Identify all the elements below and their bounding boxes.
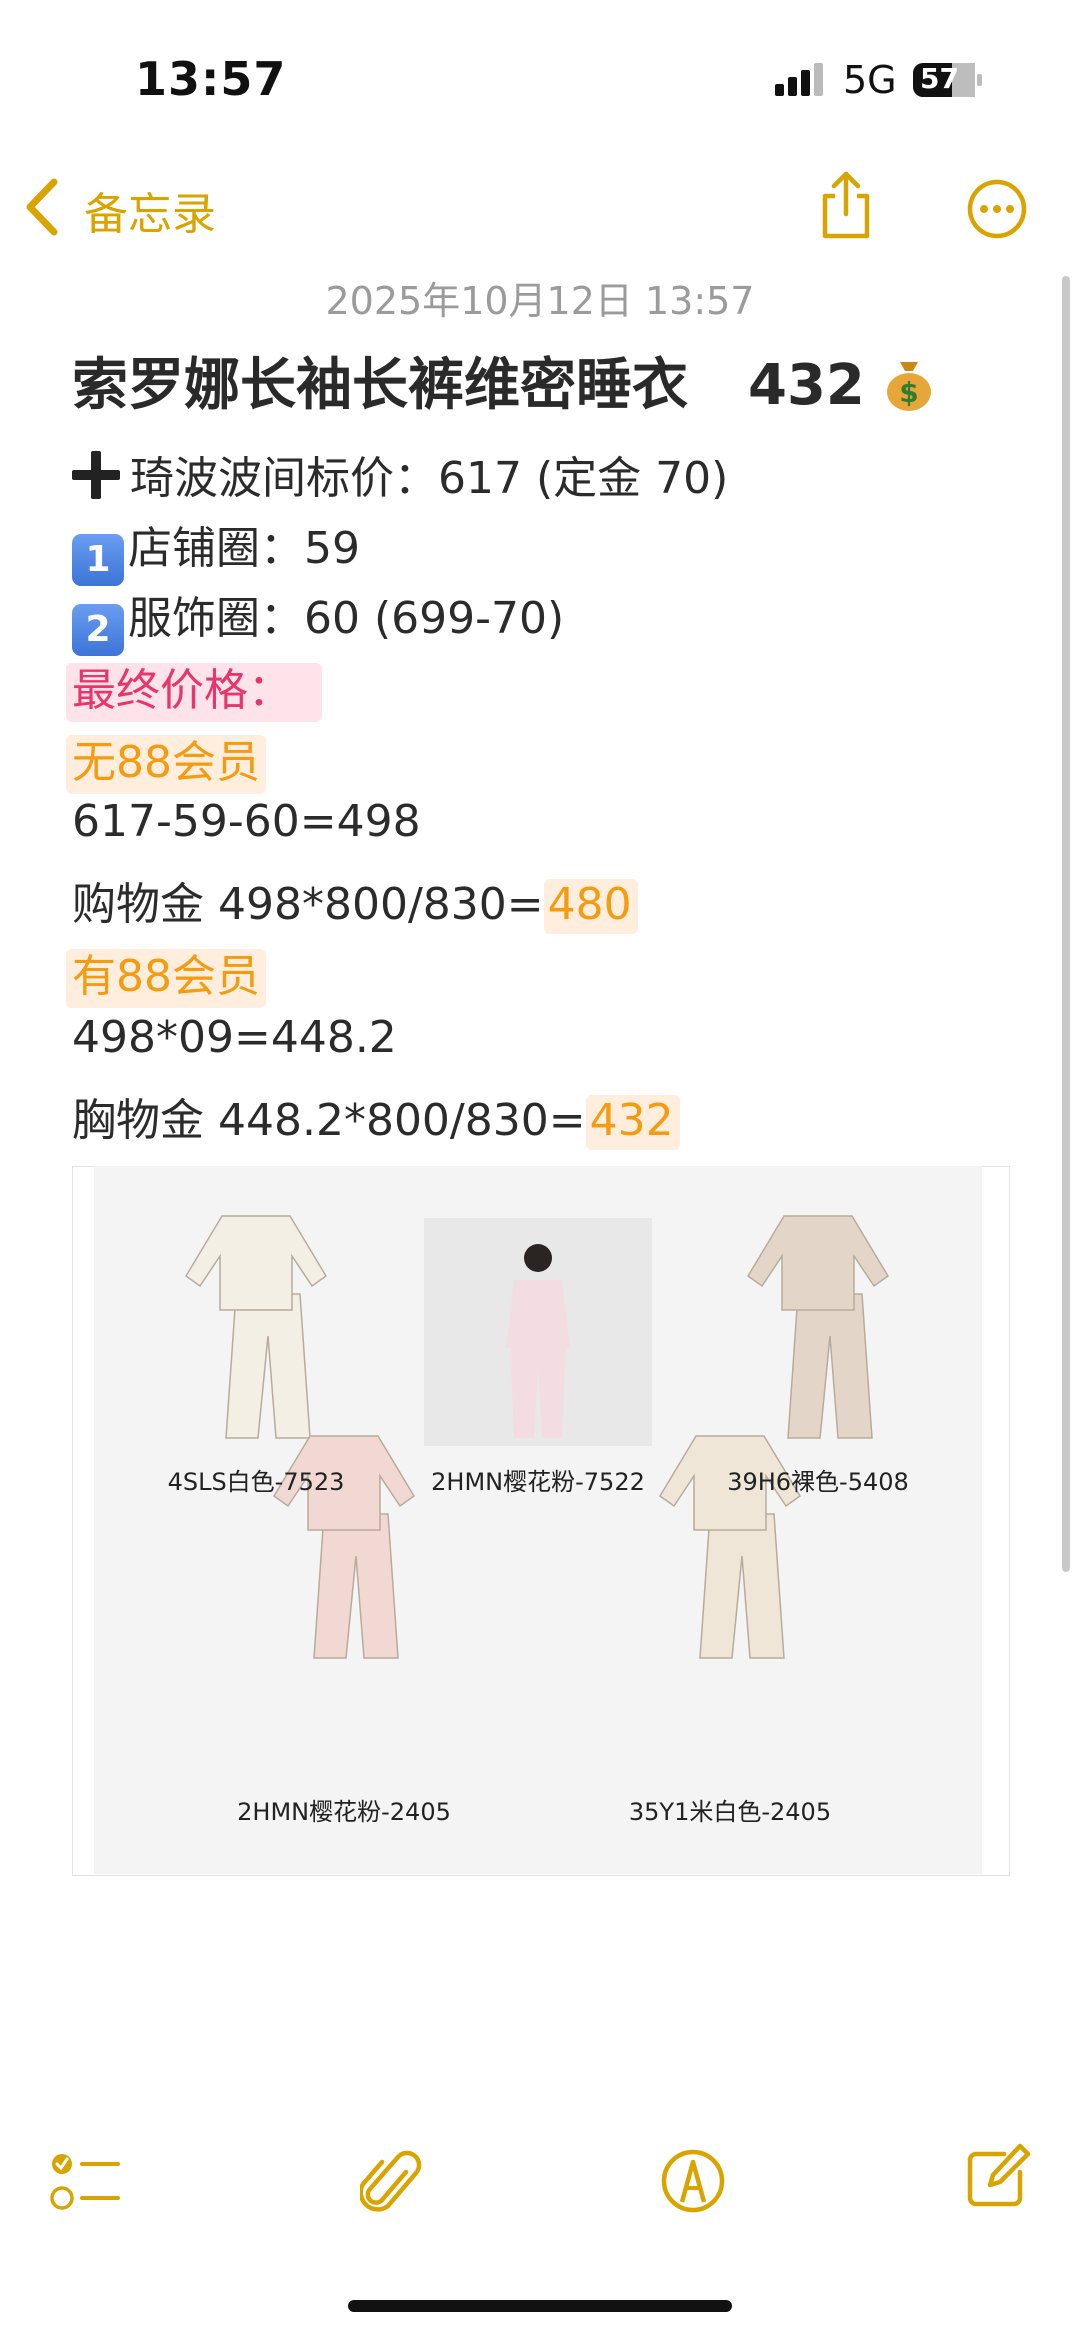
keycap-1-icon: 1 bbox=[72, 534, 124, 586]
battery-icon: 57 bbox=[912, 60, 984, 100]
note-line-2[interactable]: 1 店铺圈：59 bbox=[72, 512, 360, 586]
compose-icon[interactable] bbox=[962, 2140, 1034, 2212]
svg-text:$: $ bbox=[900, 376, 919, 409]
note-line-7[interactable]: 购物金 498*800/830=480 bbox=[72, 868, 638, 934]
product-figures bbox=[185, 1215, 889, 1659]
share-icon[interactable] bbox=[818, 170, 874, 242]
markup-icon[interactable] bbox=[660, 2148, 726, 2214]
home-indicator[interactable] bbox=[348, 2300, 732, 2312]
attachment-icon[interactable] bbox=[360, 2150, 424, 2220]
note-line-7-text: 购物金 498*800/830= bbox=[72, 879, 544, 930]
plus-icon bbox=[72, 451, 120, 499]
status-time: 13:57 bbox=[135, 52, 287, 106]
note-line-1[interactable]: 琦波波间标价：617 (定金 70) bbox=[72, 442, 728, 506]
more-icon[interactable] bbox=[966, 178, 1028, 240]
result-480: 480 bbox=[543, 879, 638, 934]
back-button[interactable]: 备忘录 bbox=[84, 178, 216, 242]
note-line-4[interactable]: 最终价格： bbox=[66, 654, 322, 722]
money-bag-icon: $ bbox=[887, 362, 932, 411]
member-heading: 有88会员 bbox=[66, 949, 266, 1008]
note-line-6[interactable]: 617-59-60=498 bbox=[72, 796, 421, 847]
note-title-price: 432 bbox=[748, 353, 865, 418]
no-member-heading: 无88会员 bbox=[66, 735, 266, 794]
note-date: 2025年10月12日 13:57 bbox=[325, 279, 755, 323]
result-432: 432 bbox=[585, 1095, 680, 1150]
scrollbar[interactable] bbox=[1062, 276, 1070, 1572]
keycap-2-icon: 2 bbox=[72, 604, 124, 656]
checklist-icon[interactable] bbox=[50, 2150, 120, 2214]
note-line-8[interactable]: 有88会员 bbox=[66, 940, 266, 1008]
pajama-set-1 bbox=[185, 1215, 327, 1439]
note-line-5[interactable]: 无88会员 bbox=[66, 726, 266, 794]
note-title-text: 索罗娜长袖长裤维密睡衣 bbox=[72, 353, 688, 418]
final-price-heading: 最终价格： bbox=[66, 663, 322, 722]
product-label-1: 4SLS白色-7523 bbox=[167, 1468, 345, 1496]
product-label-4: 2HMN樱花粉-2405 bbox=[237, 1798, 451, 1826]
note-line-3-text: 服饰圈：60 (699-70) bbox=[128, 593, 565, 644]
note-line-9[interactable]: 498*09=448.2 bbox=[72, 1012, 397, 1063]
note-line-2-text: 店铺圈：59 bbox=[128, 523, 360, 574]
note-title: 索罗娜长袖长裤维密睡衣 432 $ bbox=[72, 340, 934, 421]
product-label-5: 35Y1米白色-2405 bbox=[628, 1798, 832, 1826]
note-line-1-text: 琦波波间标价：617 (定金 70) bbox=[130, 453, 729, 504]
chevron-left-icon[interactable] bbox=[22, 176, 62, 238]
product-label-3: 39H6裸色-5408 bbox=[727, 1468, 909, 1496]
note-line-10[interactable]: 胸物金 448.2*800/830=432 bbox=[72, 1084, 680, 1150]
product-label-2: 2HMN樱花粉-7522 bbox=[431, 1468, 645, 1496]
battery-level: 57 bbox=[920, 62, 959, 95]
cellular-signal-icon bbox=[775, 63, 823, 96]
pajama-set-3 bbox=[747, 1215, 889, 1439]
note-line-3[interactable]: 2 服饰圈：60 (699-70) bbox=[72, 582, 564, 656]
network-type: 5G bbox=[843, 58, 897, 102]
note-line-10-text: 胸物金 448.2*800/830= bbox=[72, 1095, 586, 1146]
